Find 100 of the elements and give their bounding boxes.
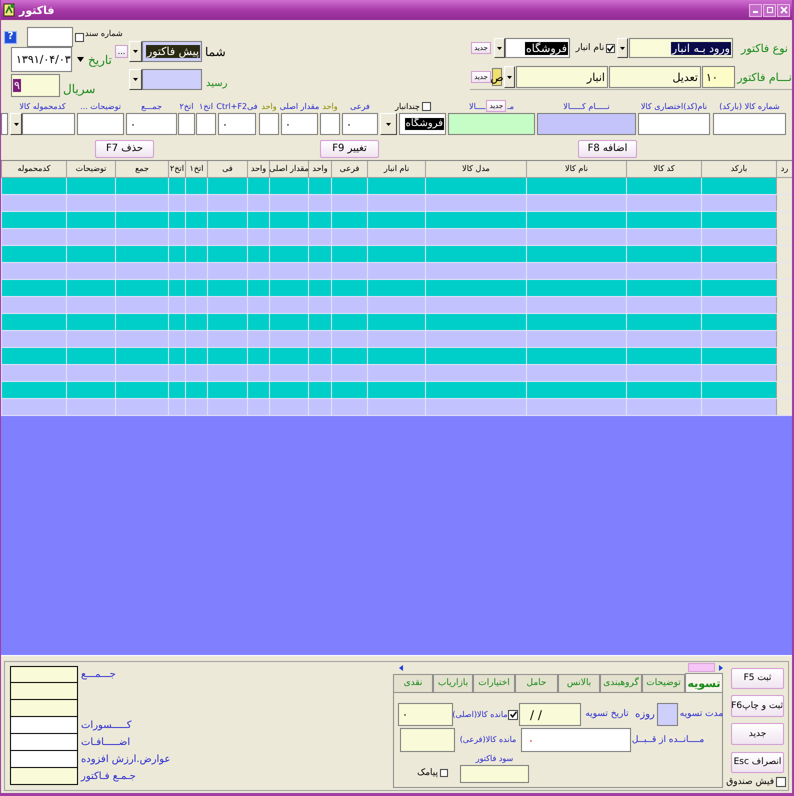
field-label: جـــمـــع [81,670,116,680]
input-field[interactable] [1,113,8,135]
right-arrow-icon[interactable] [719,664,723,670]
input-field[interactable] [142,69,202,90]
input-field[interactable] [638,113,710,135]
input-field[interactable]: ۰ [218,113,256,135]
input-field[interactable] [10,666,78,683]
input-field[interactable] [22,113,75,135]
cancel-button[interactable]: انصراف Esc [731,752,784,773]
caret-icon[interactable] [77,57,84,62]
input-field[interactable] [400,728,455,752]
input-field[interactable]: ص [492,68,502,86]
checkbox[interactable] [440,769,448,777]
input-field[interactable] [320,113,340,135]
input-field[interactable]: ۰ [398,703,453,726]
field-label: کدمحموله کالا [19,103,66,111]
input-field[interactable]: ۱۳۹۱/۰۴/۰۳ [11,47,72,72]
dropdown-button[interactable] [129,41,142,62]
selected-text: ورود بـه انبار [670,42,731,54]
close-button[interactable] [777,4,790,16]
field-label: توضیحات ... [80,103,121,111]
input-field[interactable] [77,113,124,135]
input-field[interactable] [537,113,636,135]
input-field[interactable] [27,27,73,47]
input-field[interactable]: پیش فاکتور [142,41,202,62]
dropdown-button[interactable] [10,113,22,135]
input-field[interactable] [448,113,535,135]
field-label: فرعی [350,103,370,111]
input-field[interactable] [10,683,78,700]
field-label: فیش صندوق [726,778,774,786]
checkbox[interactable] [508,710,518,720]
field-label: فیCtrl+F2 [216,103,258,111]
field-label: واحد [322,103,338,111]
save-button[interactable]: ثبت F5 [731,668,784,689]
dropdown-button[interactable] [494,38,505,58]
field-label: شماره کالا (بارکد) [719,103,780,111]
field-label: شماره سند [85,30,123,38]
input-field[interactable] [10,700,78,717]
input-field[interactable]: ۰ [126,113,177,135]
input-field[interactable] [713,113,786,135]
maximize-button[interactable] [763,4,776,16]
input-field[interactable]: / / [519,703,581,726]
input-field[interactable] [10,751,78,768]
left-arrow-icon[interactable] [399,664,403,670]
input-field[interactable] [657,703,678,726]
input-field[interactable] [196,113,216,135]
field-label: روزه [635,710,655,720]
caret-icon [133,78,138,81]
selected-text: ۹ [13,79,21,92]
checkbox[interactable] [75,32,84,42]
field-label: جـمـع فـاکتور [81,772,136,782]
edit-button[interactable]: تغییر F9 [320,140,379,158]
checkmark-icon [607,44,614,52]
field-label: مانده کالا(اصلی) [452,710,508,718]
scroll-thumb[interactable] [688,663,715,672]
save-print-button[interactable]: ثبت و چاپF6 [731,695,784,717]
more-button[interactable]: ... [115,45,128,58]
field-label: مانده کالا(فرعی) [460,736,516,744]
field-label: مـ [507,103,514,111]
dropdown-button[interactable] [504,66,515,88]
help-button[interactable]: ? [4,30,17,44]
input-field[interactable] [259,113,279,135]
add-button[interactable]: اضافه F8 [578,140,637,158]
input-field[interactable] [10,734,78,751]
field-label: مقدار اصلی [280,103,320,111]
input-field[interactable] [178,113,195,135]
selected-text: پیش فاکتور [146,45,200,58]
selected-text: فروشگاه [404,118,444,130]
input-field[interactable]: ۰ [281,113,318,135]
input-field[interactable]: ۱۰ [702,66,735,88]
checkbox[interactable] [776,777,786,787]
input-field[interactable]: انبار [516,66,608,88]
input-field[interactable]: ۹ [11,74,60,97]
maximize-icon [766,6,774,14]
field-label: شما [205,46,226,58]
input-field[interactable]: فروشگاه [399,113,446,135]
checkbox[interactable] [606,44,615,52]
field-label: مــــانــده از قــبــل [632,736,704,744]
input-field[interactable] [460,765,529,783]
field-label: ــــالا [469,103,486,111]
new-button[interactable]: جدید [731,723,784,745]
delete-button[interactable]: حذف F7 [95,140,154,158]
field-label: سود فاکتور [476,755,514,763]
field-label: مدت تسویه [680,710,724,719]
input-field[interactable]: فروشگاه [505,38,570,58]
input-field[interactable]: تعدیل [609,66,701,88]
dropdown-button[interactable] [129,69,142,90]
window-title: فاکتور [19,4,54,16]
dropdown-button[interactable] [617,38,628,58]
field-label: واحد [261,103,277,111]
input-field[interactable]: ورود بـه انبار [629,38,733,58]
minimize-button[interactable] [749,4,762,16]
input-field[interactable] [10,768,78,785]
tab[interactable]: تسویه [685,673,723,692]
input-field[interactable] [10,717,78,734]
input-field[interactable]: ۰ [521,728,631,752]
dropdown-button[interactable] [380,113,397,135]
field-label: پیامک [417,769,438,778]
input-field[interactable]: ۰ [342,113,378,135]
checkbox[interactable] [422,102,431,111]
